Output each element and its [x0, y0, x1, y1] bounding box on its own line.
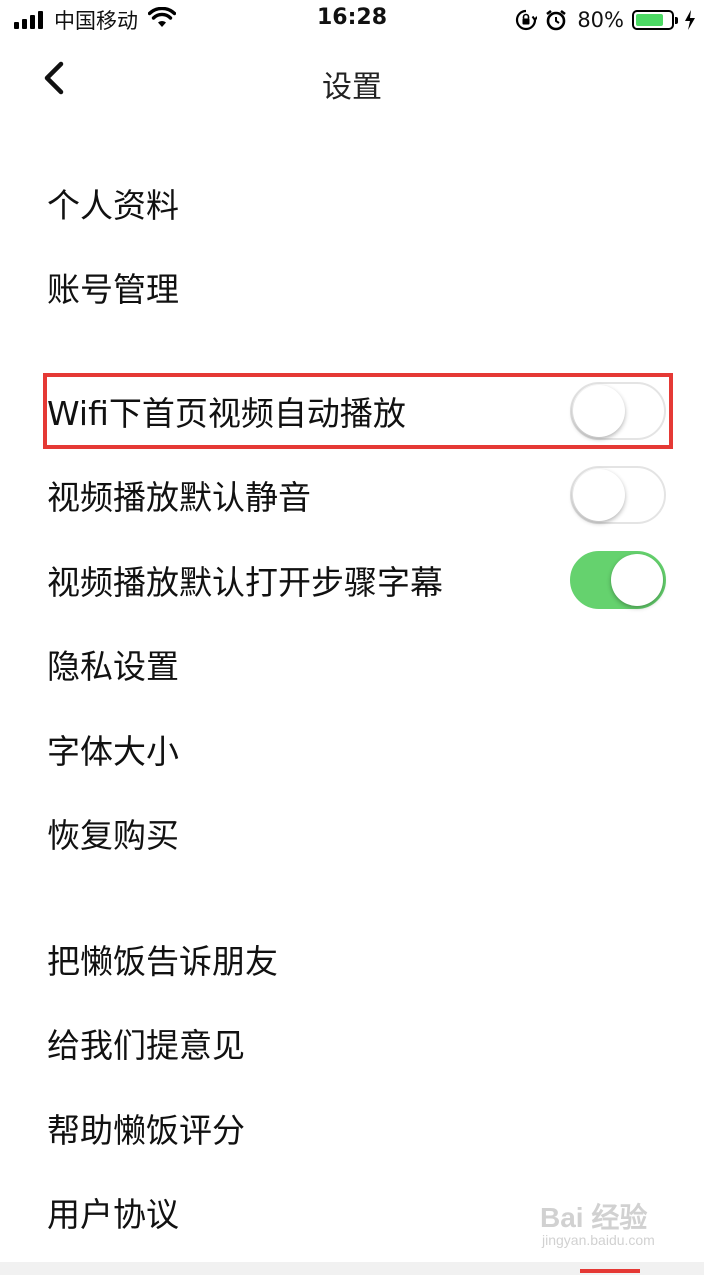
settings-item-account[interactable]: 账号管理 [0, 245, 704, 329]
settings-item-subtitles-default: 视频播放默认打开步骤字幕 [0, 538, 704, 622]
settings-item-restore-purchase[interactable]: 恢复购买 [0, 791, 704, 875]
charging-icon [684, 9, 696, 31]
status-bar: 中国移动 16:28 80% [0, 0, 704, 40]
settings-item-label: 用户协议 [47, 1195, 179, 1234]
toggle-knob [611, 554, 663, 606]
settings-item-profile[interactable]: 个人资料 [0, 161, 704, 245]
bottom-accent [580, 1269, 640, 1273]
settings-item-label: 字体大小 [47, 732, 179, 771]
settings-item-label: 帮助懒饭评分 [47, 1111, 245, 1150]
alarm-icon [545, 9, 567, 31]
battery-tip [675, 17, 678, 24]
subtitles-default-toggle[interactable] [570, 551, 666, 609]
settings-item-rate[interactable]: 帮助懒饭评分 [0, 1086, 704, 1170]
watermark-url: jingyan.baidu.com [542, 1232, 655, 1248]
battery-percent: 80% [577, 8, 624, 32]
settings-item-privacy[interactable]: 隐私设置 [0, 622, 704, 706]
settings-item-share[interactable]: 把懒饭告诉朋友 [0, 917, 704, 1001]
settings-item-label: 视频播放默认打开步骤字幕 [47, 563, 443, 602]
status-right: 80% [507, 6, 696, 34]
page-title: 设置 [322, 70, 382, 105]
battery-fill [636, 14, 664, 26]
settings-item-feedback[interactable]: 给我们提意见 [0, 1001, 704, 1085]
settings-item-label: 视频播放默认静音 [47, 478, 311, 517]
toggle-knob [573, 469, 625, 521]
settings-item-label: 给我们提意见 [47, 1026, 245, 1065]
settings-item-label: 个人资料 [47, 186, 179, 225]
highlight-box [43, 373, 673, 449]
battery-icon [632, 10, 678, 30]
watermark-logo: Bai 经验 [540, 1202, 648, 1233]
settings-item-label: 隐私设置 [47, 647, 179, 686]
settings-item-label: 恢复购买 [47, 816, 179, 855]
mute-default-toggle[interactable] [570, 466, 666, 524]
nav-bar: 设置 [0, 40, 704, 120]
orientation-lock-icon [515, 9, 538, 31]
settings-item-label: 把懒饭告诉朋友 [47, 942, 278, 981]
settings-item-font-size[interactable]: 字体大小 [0, 707, 704, 791]
settings-item-mute-default: 视频播放默认静音 [0, 453, 704, 537]
watermark: Bai 经验 jingyan.baidu.com [540, 1196, 690, 1256]
settings-item-label: 账号管理 [47, 270, 179, 309]
